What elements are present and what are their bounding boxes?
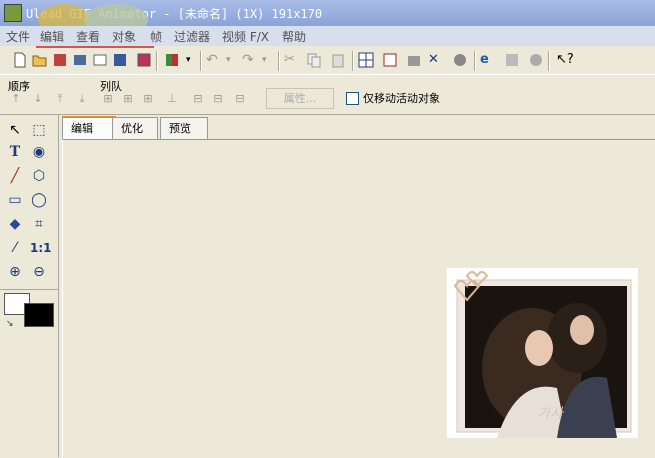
grid-icon[interactable] [358, 52, 374, 68]
actual-size-icon[interactable]: 1:1 [30, 239, 52, 257]
align-center-icon[interactable]: ⊞ [122, 93, 134, 105]
tool-panel: ↖ ⬚ T ◉ ╱ ⬡ ▭ ◯ ◆ ⌗ ⁄ 1:1 ⊕ ⊖ ↘ [0, 115, 59, 457]
tab-edit[interactable]: 编辑 [62, 116, 116, 140]
object-manager-icon[interactable] [406, 52, 422, 68]
lasso-icon[interactable]: ⬡ [30, 167, 48, 185]
text-icon[interactable]: T [6, 143, 24, 161]
zoom-in-icon[interactable]: ⊕ [6, 263, 24, 281]
tab-optimize[interactable]: 优化 [112, 117, 158, 139]
copy-icon[interactable] [306, 52, 322, 68]
save-icon[interactable] [112, 52, 128, 68]
align-middle-icon[interactable]: ⊟ [192, 93, 204, 105]
add-video-icon[interactable] [72, 52, 88, 68]
background-color-swatch[interactable] [24, 303, 54, 327]
eyedropper-icon[interactable]: ⁄ [6, 239, 24, 257]
align-right-icon[interactable]: ⊞ [142, 93, 154, 105]
browser-preview-icon[interactable]: e [480, 52, 496, 68]
redo-icon[interactable]: ↷ [242, 52, 258, 68]
frame-properties-icon[interactable] [382, 52, 398, 68]
effect-icon[interactable] [452, 52, 468, 68]
eraser-icon[interactable]: ▭ [6, 191, 24, 209]
crop-icon[interactable]: ⌗ [30, 215, 48, 233]
distribute-icon[interactable]: ⊟ [234, 93, 246, 105]
align-bottom-icon[interactable]: ⊟ [212, 93, 224, 105]
main-toolbar: ▾ ↶ ▾ ↷ ▾ ✂ ✕ e ↖? [0, 48, 655, 75]
color-tool-icon[interactable] [164, 52, 180, 68]
menu-view[interactable]: 查看 [76, 28, 100, 45]
svg-text:가사: 가사 [537, 406, 565, 422]
photo-frame[interactable]: 가사 [447, 268, 638, 438]
tool-separator [0, 289, 58, 290]
brush-icon[interactable]: ╱ [6, 167, 24, 185]
menu-help[interactable]: 帮助 [282, 28, 306, 45]
web-icon[interactable] [528, 52, 544, 68]
cut-icon[interactable]: ✂ [284, 52, 300, 68]
optimize-icon[interactable] [504, 52, 520, 68]
undo-icon[interactable]: ↶ [206, 52, 222, 68]
send-to-back-icon[interactable]: ⤓ [76, 93, 88, 105]
redo-dropdown-icon[interactable]: ▾ [262, 52, 278, 68]
properties-button[interactable]: 属性... [266, 88, 334, 109]
align-left-icon[interactable]: ⊞ [102, 93, 114, 105]
undo-dropdown-icon[interactable]: ▾ [226, 52, 242, 68]
new-icon[interactable] [12, 52, 28, 68]
paste-icon[interactable] [330, 52, 346, 68]
add-image-icon[interactable] [52, 52, 68, 68]
zoom-out-icon[interactable]: ⊖ [30, 263, 48, 281]
bring-forward-icon[interactable]: ↑ [10, 93, 22, 105]
swap-colors-icon[interactable]: ↘ [6, 319, 14, 329]
menu-edit[interactable]: 编辑 [40, 28, 64, 45]
move-active-only-label: 仅移动活动对象 [363, 92, 440, 105]
app-icon[interactable] [4, 4, 22, 22]
tools-icon[interactable]: ✕ [428, 52, 444, 68]
menu-filter[interactable]: 过滤器 [174, 28, 210, 45]
tab-preview[interactable]: 预览 [160, 117, 208, 139]
move-active-only-checkbox[interactable] [346, 92, 359, 105]
fill-icon[interactable]: ◆ [6, 215, 24, 233]
send-backward-icon[interactable]: ↓ [32, 93, 44, 105]
ellipse-icon[interactable]: ◯ [30, 191, 48, 209]
menu-bar: 文件 编辑 查看 对象 帧 过滤器 视频 F/X 帮助 [0, 26, 655, 46]
blank-frame-icon[interactable] [92, 52, 108, 68]
menu-file[interactable]: 文件 [6, 28, 30, 45]
open-icon[interactable] [32, 52, 48, 68]
pointer-icon[interactable]: ↖ [6, 121, 24, 139]
marquee-icon[interactable]: ⬚ [30, 121, 48, 139]
menu-frame[interactable]: 帧 [150, 28, 162, 45]
bring-to-front-icon[interactable]: ⤒ [54, 93, 66, 105]
menu-video-fx[interactable]: 视频 F/X [222, 28, 269, 45]
help-pointer-icon[interactable]: ↖? [556, 52, 574, 68]
shape-icon[interactable]: ◉ [30, 143, 48, 161]
align-top-icon[interactable]: ⊥ [166, 93, 178, 105]
frame-icon[interactable] [136, 52, 152, 68]
menu-object[interactable]: 对象 [112, 28, 136, 45]
